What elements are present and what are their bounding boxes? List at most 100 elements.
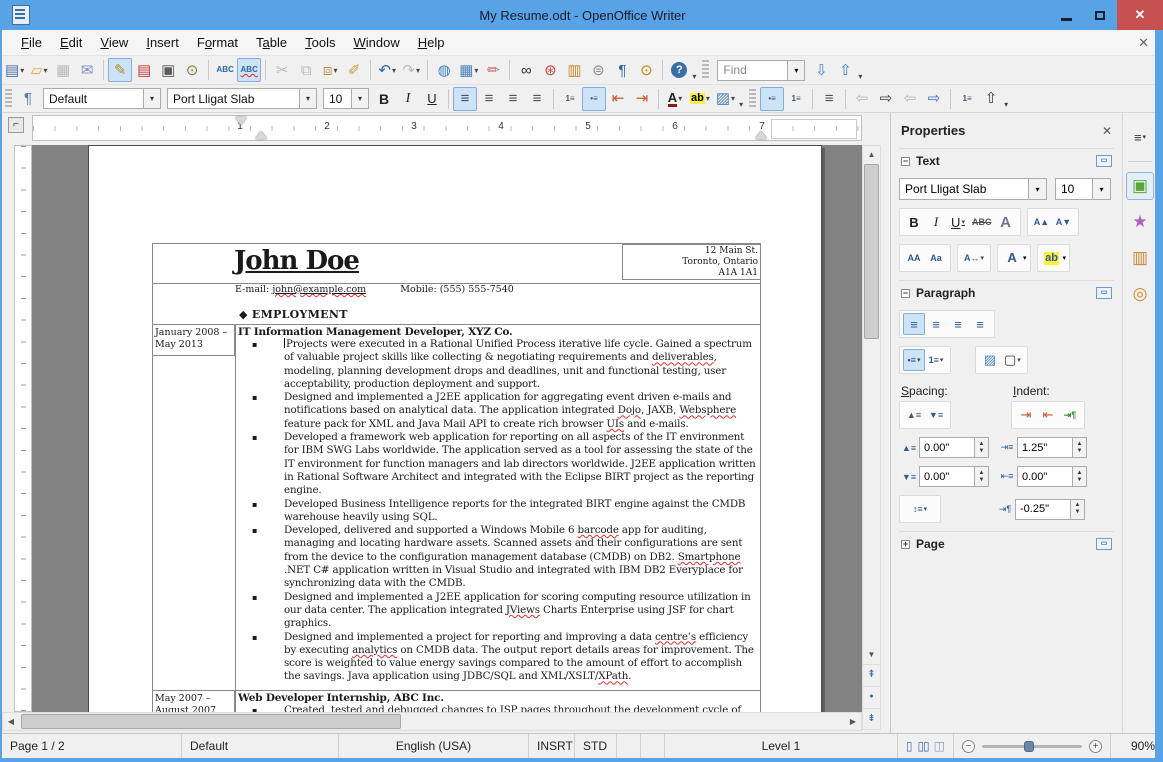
- font-color-button[interactable]: A ▾: [663, 87, 687, 111]
- print-button[interactable]: ▣: [156, 58, 180, 82]
- maximize-button[interactable]: [1083, 0, 1117, 30]
- zoom-slider-thumb[interactable]: [1024, 740, 1034, 752]
- paragraph-more-options-icon[interactable]: ▭: [1096, 287, 1112, 299]
- chevron-down-icon[interactable]: ▾: [1028, 179, 1046, 199]
- two-page-layout-icon[interactable]: ▯▯: [917, 739, 929, 753]
- promote-level-button[interactable]: ⇦: [850, 87, 874, 111]
- scroll-down-arrow[interactable]: ▼: [863, 646, 880, 662]
- underline-button[interactable]: U: [420, 87, 444, 111]
- data-sources-button[interactable]: ⊜: [586, 58, 610, 82]
- toolbar-handle[interactable]: [5, 88, 12, 109]
- horizontal-scrollbar[interactable]: ◀ ▶: [2, 712, 862, 731]
- after-text-indent-field[interactable]: 0.00" ▲ ▼: [1017, 466, 1087, 487]
- chevron-down-icon[interactable]: ▾: [43, 66, 47, 75]
- decrease-indent-button[interactable]: ⇤: [1037, 404, 1059, 426]
- minimize-button[interactable]: [1049, 0, 1083, 30]
- move-up-button[interactable]: ⇧: [979, 87, 1003, 111]
- menu-help[interactable]: Help: [409, 32, 454, 53]
- formatting-marks-button[interactable]: ¶: [610, 58, 634, 82]
- menu-file[interactable]: File: [12, 32, 51, 53]
- italic-button[interactable]: I: [396, 87, 420, 111]
- styles-tool-button[interactable]: ¶: [16, 87, 40, 111]
- find-next-button[interactable]: ⇩: [809, 58, 833, 82]
- single-page-layout-icon[interactable]: ▯: [906, 739, 913, 753]
- paragraph-background-button[interactable]: ▨: [979, 349, 1001, 371]
- align-right-button[interactable]: ≡: [501, 87, 525, 111]
- decrease-font-size-button[interactable]: A▼: [1053, 211, 1075, 233]
- first-line-indent-marker[interactable]: [235, 117, 247, 125]
- toolbar-overflow-icon[interactable]: ▾: [692, 72, 696, 81]
- horizontal-scroll-thumb[interactable]: [21, 714, 401, 729]
- document-page[interactable]: John Doe 12 Main St. Toronto, Ontario A1A …: [88, 145, 822, 712]
- uppercase-button[interactable]: AA: [903, 247, 925, 269]
- selection-mode-status[interactable]: STD: [575, 734, 617, 758]
- collapse-icon[interactable]: −: [901, 288, 910, 298]
- help-button[interactable]: ?: [667, 58, 691, 82]
- hanging-indent-button[interactable]: ⇥¶: [1059, 404, 1081, 426]
- chevron-down-icon[interactable]: ▾: [678, 94, 682, 103]
- align-right-button[interactable]: ≡: [947, 313, 969, 335]
- toolbar-overflow-icon[interactable]: ▾: [739, 100, 743, 109]
- increase-indent-button[interactable]: ⇥: [630, 87, 654, 111]
- insert-mode-status[interactable]: INSRT: [529, 734, 575, 758]
- paragraph-border-button[interactable]: ▢ ▾: [1001, 349, 1024, 371]
- numbered-list-button[interactable]: 1≡: [558, 87, 582, 111]
- bullet-list-button[interactable]: •≡ ▾: [903, 349, 925, 371]
- gallery-button[interactable]: ▥: [562, 58, 586, 82]
- demote-level-button[interactable]: ⇨: [874, 87, 898, 111]
- zoom-out-icon[interactable]: −: [962, 739, 975, 753]
- spinner-arrows[interactable]: ▲ ▼: [974, 467, 988, 486]
- hanging-indent-marker[interactable]: [255, 131, 267, 139]
- spinner-arrows[interactable]: ▲ ▼: [1072, 438, 1086, 457]
- chevron-down-icon[interactable]: ▾: [416, 66, 420, 75]
- find-replace-button[interactable]: ∞: [514, 58, 538, 82]
- scroll-left-arrow[interactable]: ◀: [3, 713, 19, 730]
- chevron-down-icon[interactable]: ▾: [333, 66, 337, 75]
- tab-properties[interactable]: ▣: [1126, 172, 1154, 200]
- decrease-paragraph-spacing-button[interactable]: ▼≡: [925, 404, 947, 426]
- menu-format[interactable]: Format: [188, 32, 247, 53]
- previous-page-button[interactable]: ⇞: [863, 664, 880, 684]
- zoom-in-icon[interactable]: +: [1089, 739, 1102, 753]
- spinner-arrows[interactable]: ▲ ▼: [1070, 499, 1084, 519]
- align-left-button[interactable]: ≡: [453, 86, 477, 111]
- above-spacing-field[interactable]: 0.00" ▲ ▼: [919, 437, 989, 458]
- font-name-select[interactable]: Port Lligat Slab ▾: [167, 88, 317, 109]
- close-button[interactable]: ✕: [1117, 0, 1163, 30]
- expand-icon[interactable]: +: [901, 539, 910, 549]
- chevron-down-icon[interactable]: ▾: [706, 94, 710, 103]
- page-section-header[interactable]: + Page ▭: [899, 531, 1114, 557]
- zoom-button[interactable]: ⊙: [634, 58, 658, 82]
- properties-close-icon[interactable]: ✕: [1102, 124, 1112, 138]
- numbering-on-button[interactable]: 1≡: [784, 87, 808, 111]
- bold-button[interactable]: B: [903, 211, 925, 233]
- toolbar-handle[interactable]: [702, 60, 710, 80]
- copy-button[interactable]: ⧉: [294, 58, 318, 82]
- spelling-button[interactable]: ABC: [213, 58, 237, 82]
- menu-table[interactable]: Table: [247, 32, 296, 53]
- numbered-list-button[interactable]: 1≡ ▾: [925, 349, 947, 371]
- paragraph-section-header[interactable]: − Paragraph ▭: [899, 280, 1114, 306]
- find-input[interactable]: Find ▾: [717, 59, 806, 81]
- background-color-button[interactable]: ▨ ▾: [713, 87, 738, 111]
- hyperlink-button[interactable]: ◍: [432, 58, 456, 82]
- chevron-down-icon[interactable]: ▾: [731, 94, 735, 103]
- paste-button[interactable]: ⧈ ▾: [318, 58, 342, 82]
- align-left-button[interactable]: ≡: [903, 313, 925, 335]
- vertical-scroll-thumb[interactable]: [864, 164, 879, 339]
- auto-spellcheck-button[interactable]: ABC: [237, 58, 262, 82]
- spinner-arrows[interactable]: ▲ ▼: [1072, 467, 1086, 486]
- language-status[interactable]: English (USA): [339, 734, 529, 758]
- sidebar-font-name-select[interactable]: Port Lligat Slab ▾: [899, 178, 1047, 200]
- bullet-list-button[interactable]: •≡: [582, 86, 606, 111]
- strikethrough-button[interactable]: ABC: [969, 211, 995, 233]
- vertical-scrollbar[interactable]: ▲ ▼ ⇞ ● ⇟: [862, 145, 881, 730]
- menu-tools[interactable]: Tools: [296, 32, 344, 53]
- email-document-button[interactable]: ✉: [75, 58, 99, 82]
- increase-paragraph-spacing-button[interactable]: ▲≡: [903, 404, 925, 426]
- scroll-right-arrow[interactable]: ▶: [845, 713, 861, 730]
- save-button[interactable]: ▦: [51, 58, 75, 82]
- lowercase-button[interactable]: Aa: [925, 247, 947, 269]
- page-number-status[interactable]: Page 1 / 2: [2, 734, 182, 758]
- menu-edit[interactable]: Edit: [51, 32, 91, 53]
